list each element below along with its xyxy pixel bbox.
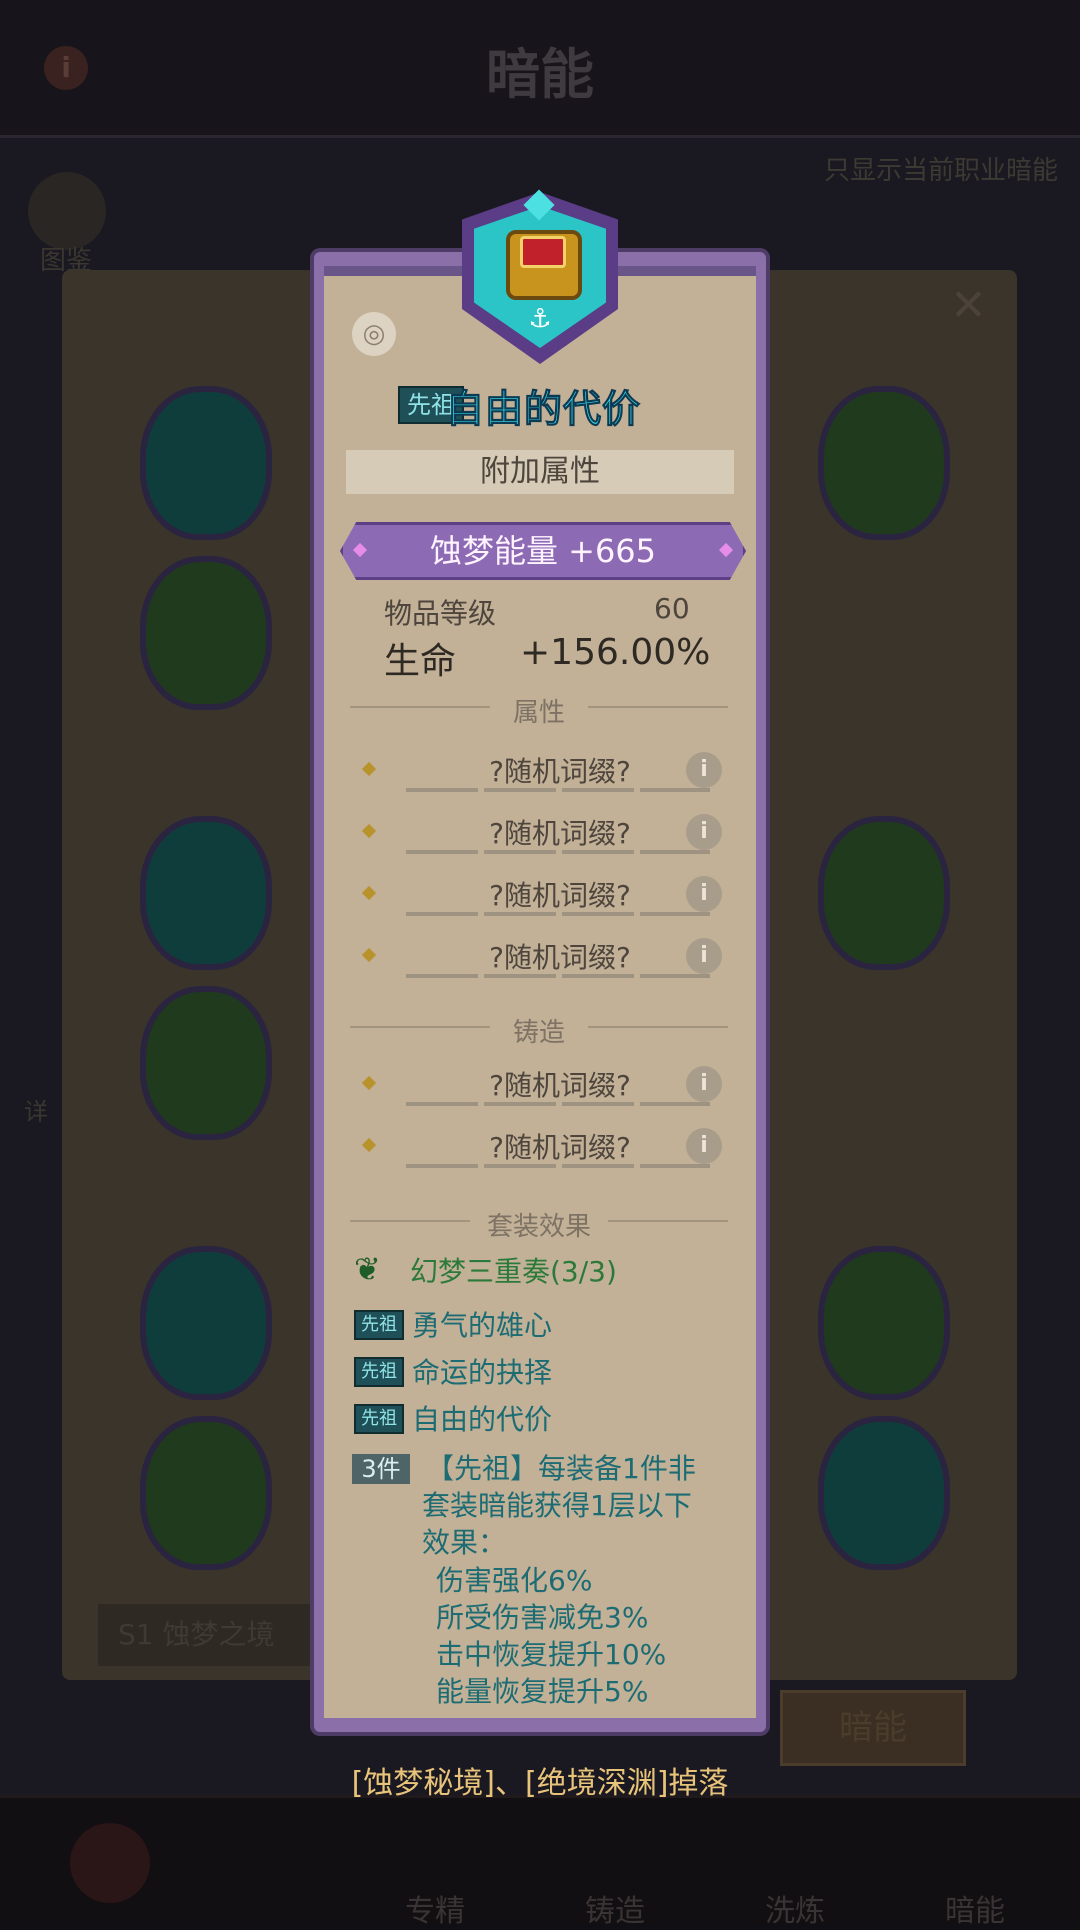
bullet-icon [361, 823, 377, 839]
affix-label: ?随机词缀? [489, 817, 631, 850]
set-name: 幻梦三重奏(3/3) [410, 1255, 617, 1288]
diamond-icon [352, 542, 368, 558]
top-bar: i 暗能 [0, 0, 1080, 138]
nav-dark-energy[interactable]: 暗能 [945, 1886, 1005, 1930]
rarity-tag: 先祖 [354, 1357, 404, 1387]
affix-row: ?随机词缀? i [350, 868, 730, 918]
affix-label: ?随机词缀? [489, 1069, 631, 1102]
inventory-slot[interactable] [804, 378, 952, 540]
item-level-value: 60 [654, 592, 690, 625]
hp-label: 生命 [384, 641, 457, 682]
set-section-header: 套装效果 [350, 1206, 728, 1242]
rarity-tag: 先祖 [354, 1310, 404, 1340]
info-icon[interactable]: i [686, 876, 722, 912]
affix-row: ?随机词缀? i [350, 930, 730, 980]
codex-book-icon[interactable] [28, 172, 106, 250]
diamond-icon [718, 542, 734, 558]
item-detail-modal: ⚓ ◎ 先祖 自由的代价 附加属性 蚀梦能量 +665 物品等级 60 生命 +… [314, 189, 766, 1732]
set-bonus-line: 伤害强化6% [436, 1564, 593, 1597]
trident-icon: ⚓ [528, 304, 552, 334]
info-icon[interactable]: i [686, 1066, 722, 1102]
drop-source-text: [蚀梦秘境]、[绝境深渊]掉落 [351, 1766, 729, 1801]
back-icon[interactable] [70, 1823, 150, 1903]
info-icon[interactable]: i [686, 938, 722, 974]
ruby-icon [520, 236, 566, 268]
affix-row: ?随机词缀? i [350, 744, 730, 794]
leaf-icon: ❦ [354, 1250, 381, 1288]
set-bonus-line: 所受伤害减免3% [436, 1601, 649, 1634]
set-bonus-line: 套装暗能获得1层以下 [422, 1489, 692, 1522]
bullet-icon [361, 885, 377, 901]
inventory-slot[interactable] [126, 548, 274, 710]
inventory-slot[interactable] [126, 808, 274, 970]
inventory-slot[interactable] [126, 378, 274, 540]
affix-row: ?随机词缀? i [350, 806, 730, 856]
bullet-icon [361, 1137, 377, 1153]
set-piece-name: 自由的代价 [412, 1403, 553, 1436]
nav-specialty[interactable]: 专精 [405, 1886, 465, 1930]
affix-label: ?随机词缀? [489, 941, 631, 974]
info-icon[interactable]: i [686, 1128, 722, 1164]
inventory-slot[interactable] [804, 1238, 952, 1400]
bullet-icon [361, 947, 377, 963]
inventory-slot[interactable] [804, 1408, 952, 1570]
energy-value: 蚀梦能量 +665 [429, 532, 657, 570]
affix-label: ?随机词缀? [489, 1131, 631, 1164]
bottom-nav: 专精 铸造 洗炼 暗能 [0, 1795, 1080, 1929]
bullet-icon [361, 1075, 377, 1091]
info-icon[interactable]: i [686, 752, 722, 788]
info-icon[interactable]: i [686, 814, 722, 850]
season-selector[interactable]: S1 蚀梦之境 [98, 1604, 348, 1666]
attributes-section-header: 属性 [350, 692, 728, 728]
nav-forge[interactable]: 铸造 [585, 1886, 645, 1930]
screen-title: 暗能 [486, 43, 594, 106]
forge-section-header: 铸造 [350, 1012, 728, 1048]
forge-affix-row: ?随机词缀? i [350, 1058, 730, 1108]
inventory-slot[interactable] [126, 1408, 274, 1570]
item-name: 自由的代价 [445, 387, 642, 432]
set-bonus-line: 能量恢复提升5% [436, 1675, 649, 1708]
close-icon[interactable]: ✕ [950, 280, 987, 331]
set-bonus-line: 效果： [422, 1526, 507, 1559]
energy-banner: 蚀梦能量 +665 [340, 522, 746, 580]
set-bonus-line: 【先祖】每装备1件非 [426, 1452, 696, 1485]
dark-energy-tab[interactable]: 暗能 [780, 1690, 966, 1766]
rarity-tag: 先祖 [354, 1404, 404, 1434]
set-piece-name: 勇气的雄心 [412, 1309, 553, 1342]
affix-label: ?随机词缀? [489, 879, 631, 912]
attribute-header: 附加属性 [346, 450, 734, 494]
item-badge: ⚓ [462, 189, 618, 372]
forge-affix-row: ?随机词缀? i [350, 1120, 730, 1170]
set-piece-name: 命运的抉择 [412, 1356, 553, 1389]
bullet-icon [361, 761, 377, 777]
inventory-slot[interactable] [804, 808, 952, 970]
set-bonus-line: 击中恢复提升10% [436, 1638, 667, 1671]
inventory-slot[interactable] [126, 978, 274, 1140]
affix-label: ?随机词缀? [489, 755, 631, 788]
hp-value: +156.00% [520, 632, 711, 673]
inventory-slot[interactable] [126, 1238, 274, 1400]
set-count-tag: 3件 [352, 1454, 410, 1484]
nav-refine[interactable]: 洗炼 [765, 1886, 825, 1930]
item-level-label: 物品等级 [384, 597, 497, 630]
set-emblem-icon[interactable]: ◎ [352, 312, 396, 356]
detail-label: 详 [24, 1098, 48, 1126]
class-filter-toggle[interactable]: 只显示当前职业暗能 [824, 150, 1058, 187]
